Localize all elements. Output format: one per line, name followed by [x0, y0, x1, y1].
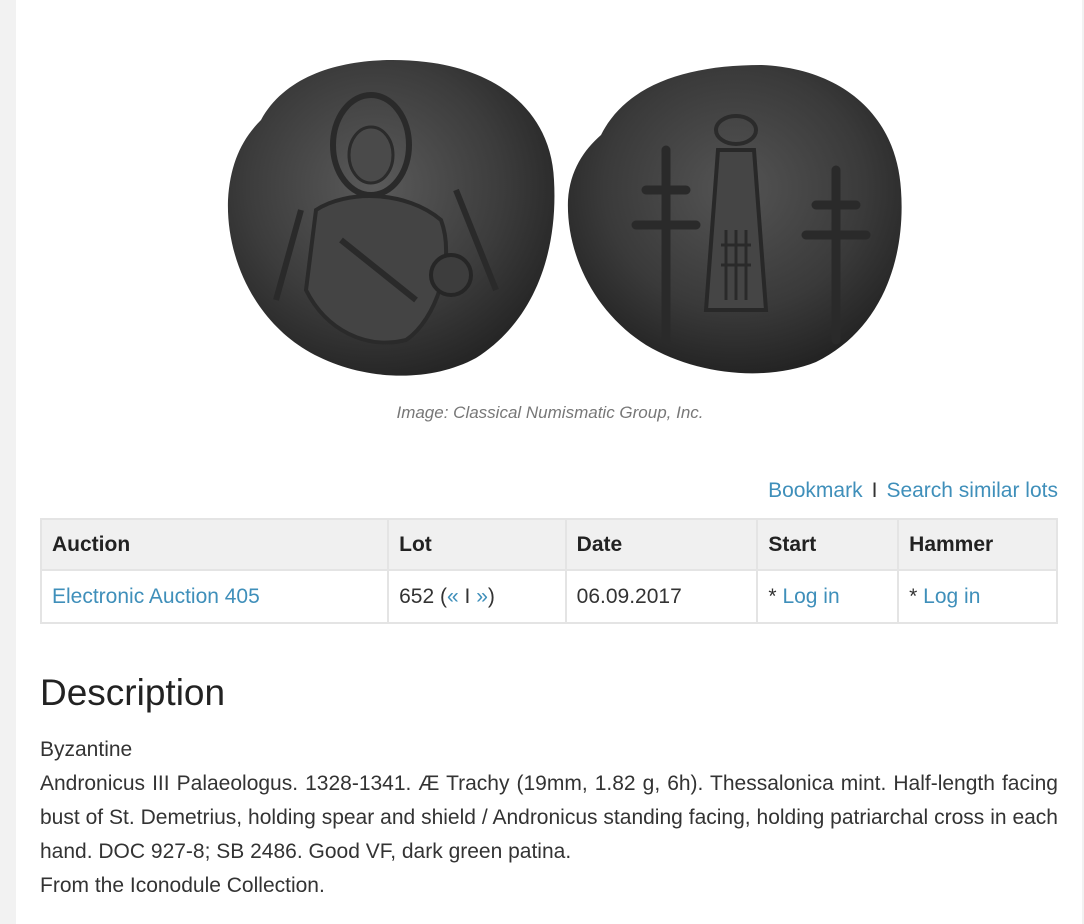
hammer-cell: * Log in — [897, 569, 1058, 624]
description-category: Byzantine — [40, 738, 133, 761]
coin-reverse-icon — [567, 65, 902, 374]
table-header-row: Auction Lot Date Start Hammer — [39, 518, 1058, 571]
column-header-hammer: Hammer — [897, 518, 1058, 571]
image-caption: Image: Classical Numismatic Group, Inc. — [396, 403, 704, 422]
description-body: Byzantine Andronicus III Palaeologus. 13… — [40, 733, 1058, 903]
coin-obverse-icon — [227, 60, 555, 376]
start-prefix: * — [768, 584, 783, 608]
hammer-prefix: * — [909, 584, 924, 608]
auction-link[interactable]: Electronic Auction 405 — [52, 585, 260, 608]
hammer-login-link[interactable]: Log in — [923, 585, 980, 608]
column-header-start: Start — [756, 518, 900, 571]
description-title: Description — [40, 672, 226, 713]
table-row: Electronic Auction 405 652 (« I ») 06.09… — [39, 569, 1058, 624]
lot-page: Image: Classical Numismatic Group, Inc. … — [16, 0, 1082, 924]
column-header-lot: Lot — [387, 518, 567, 571]
lot-cell: 652 (« I ») — [387, 569, 567, 624]
actions-separator: I — [871, 479, 878, 502]
previous-lot-link[interactable]: « — [447, 585, 459, 608]
lot-actions: Bookmark I Search similar lots — [768, 479, 1058, 503]
start-login-link[interactable]: Log in — [782, 585, 839, 608]
bookmark-link[interactable]: Bookmark — [768, 479, 863, 502]
lot-close-paren: ) — [487, 584, 495, 608]
next-lot-link[interactable]: » — [476, 585, 488, 608]
lot-number: 652 ( — [399, 584, 447, 608]
auction-table: Auction Lot Date Start Hammer Electronic… — [39, 518, 1058, 624]
date-cell: 06.09.2017 — [564, 569, 759, 624]
auction-cell: Electronic Auction 405 — [39, 569, 390, 624]
lot-nav-separator: I — [458, 584, 477, 608]
coin-images — [206, 40, 926, 390]
description-provenance: From the Iconodule Collection. — [40, 874, 325, 897]
start-cell: * Log in — [756, 569, 900, 624]
search-similar-lots-link[interactable]: Search similar lots — [886, 479, 1058, 502]
column-header-auction: Auction — [39, 518, 390, 571]
description-text: Andronicus III Palaeologus. 1328-1341. Æ… — [40, 772, 1058, 863]
column-header-date: Date — [564, 518, 759, 571]
